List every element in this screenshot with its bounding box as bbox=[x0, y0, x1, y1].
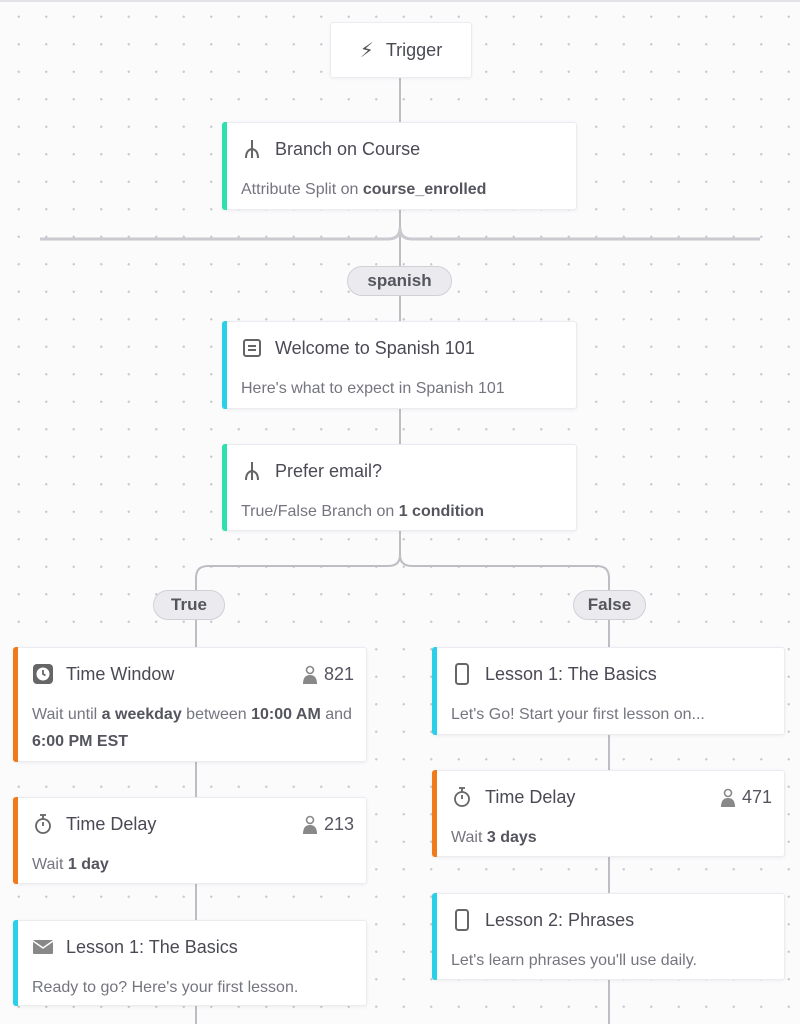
lightning-icon: ⚡︎ bbox=[359, 39, 374, 62]
true-branch-line bbox=[195, 531, 401, 647]
node-subtitle: Ready to go? Here's your first lesson. bbox=[32, 974, 352, 1001]
accent-bar bbox=[13, 647, 18, 762]
node-card-time-window[interactable]: Time Window 821 Wait until a weekday betwe… bbox=[13, 647, 367, 762]
branch-label-false[interactable]: False bbox=[573, 590, 646, 620]
node-title: Time Delay bbox=[66, 814, 157, 834]
node-card-branch-on-course[interactable]: Branch on Course Attribute Split on cours… bbox=[222, 122, 577, 210]
subtitle-text: Here's what to expect in Spanish 101 bbox=[241, 380, 505, 397]
accent-bar bbox=[222, 321, 227, 409]
subtitle-emphasis: 1 condition bbox=[398, 503, 485, 520]
audience-count: 213 bbox=[302, 814, 354, 835]
node-title: Lesson 1: The Basics bbox=[485, 664, 657, 684]
branch-icon bbox=[241, 459, 263, 483]
node-title: Time Delay bbox=[485, 787, 576, 807]
stopwatch-icon bbox=[32, 812, 54, 836]
node-card-time-delay-left[interactable]: Time Delay 213 Wait 1 day bbox=[13, 797, 367, 884]
node-card-welcome-spanish[interactable]: Welcome to Spanish 101 Here's what to exp… bbox=[222, 321, 577, 409]
node-subtitle: Let's Go! Start your first lesson on... bbox=[451, 701, 770, 728]
accent-bar bbox=[222, 122, 227, 210]
person-icon bbox=[302, 665, 317, 684]
subtitle-text: between bbox=[181, 706, 252, 723]
accent-bar bbox=[222, 444, 227, 531]
node-title: Time Window bbox=[66, 664, 175, 684]
subtitle-text: and bbox=[320, 706, 352, 723]
node-title: Branch on Course bbox=[275, 139, 421, 159]
subtitle-emphasis: 6:00 PM EST bbox=[32, 733, 129, 750]
node-card-prefer-email[interactable]: Prefer email? True/False Branch on 1 cond… bbox=[222, 444, 577, 531]
subtitle-emphasis: 3 days bbox=[486, 829, 537, 846]
person-icon bbox=[302, 815, 317, 834]
node-subtitle: Attribute Split on course_enrolled bbox=[241, 176, 562, 203]
node-title: Prefer email? bbox=[275, 461, 383, 481]
subtitle-emphasis: 10:00 AM bbox=[251, 706, 321, 723]
count-value: 213 bbox=[323, 814, 354, 834]
trigger-node[interactable]: ⚡︎ Trigger bbox=[330, 22, 472, 78]
node-card-lesson1-push[interactable]: Lesson 1: The Basics Let's Go! Start your… bbox=[432, 647, 785, 735]
subtitle-text: Attribute Split on bbox=[241, 181, 363, 198]
node-subtitle: Wait until a weekday between 10:00 AM an… bbox=[32, 701, 352, 755]
mobile-icon bbox=[451, 908, 473, 932]
subtitle-text: Wait until bbox=[32, 706, 102, 723]
stopwatch-icon bbox=[451, 785, 473, 809]
accent-bar bbox=[432, 647, 437, 735]
audience-count: 821 bbox=[302, 664, 354, 685]
node-subtitle: Wait 3 days bbox=[451, 824, 770, 851]
node-subtitle: Wait 1 day bbox=[32, 851, 352, 878]
accent-bar bbox=[13, 920, 18, 1006]
person-icon bbox=[720, 788, 735, 807]
mobile-icon bbox=[451, 662, 473, 686]
subtitle-emphasis: 1 day bbox=[67, 856, 109, 873]
branch-label-spanish[interactable]: spanish bbox=[347, 266, 452, 296]
count-value: 821 bbox=[323, 664, 354, 684]
node-subtitle: True/False Branch on 1 condition bbox=[241, 498, 562, 525]
subtitle-text: Let's Go! Start your first lesson on... bbox=[451, 706, 705, 723]
node-card-lesson2-push[interactable]: Lesson 2: Phrases Let's learn phrases you… bbox=[432, 893, 785, 980]
node-title: Lesson 2: Phrases bbox=[485, 910, 635, 930]
count-value: 471 bbox=[741, 787, 772, 807]
audience-count: 471 bbox=[720, 787, 772, 808]
node-subtitle: Let's learn phrases you'll use daily. bbox=[451, 947, 770, 974]
subtitle-text: Let's learn phrases you'll use daily. bbox=[451, 952, 697, 969]
clock-icon bbox=[32, 662, 54, 686]
subtitle-emphasis: a weekday bbox=[101, 706, 182, 723]
subtitle-text: Wait bbox=[451, 829, 487, 846]
node-title: Welcome to Spanish 101 bbox=[275, 338, 475, 358]
accent-bar bbox=[432, 893, 437, 980]
trigger-label: Trigger bbox=[385, 39, 443, 60]
node-card-lesson1-email[interactable]: Lesson 1: The Basics Ready to go? Here's … bbox=[13, 920, 367, 1006]
envelope-icon bbox=[32, 935, 54, 959]
node-card-time-delay-right[interactable]: Time Delay 471 Wait 3 days bbox=[432, 770, 785, 857]
node-subtitle: Here's what to expect in Spanish 101 bbox=[241, 375, 562, 402]
email-template-icon bbox=[241, 336, 263, 360]
subtitle-text: Wait bbox=[32, 856, 68, 873]
node-title: Lesson 1: The Basics bbox=[66, 937, 238, 957]
subtitle-text: Ready to go? Here's your first lesson. bbox=[32, 979, 299, 996]
branch-label-true[interactable]: True bbox=[153, 590, 225, 620]
subtitle-emphasis: course_enrolled bbox=[362, 181, 487, 198]
accent-bar bbox=[432, 770, 437, 857]
subtitle-text: True/False Branch on bbox=[241, 503, 399, 520]
branch-icon bbox=[241, 137, 263, 161]
accent-bar bbox=[13, 797, 18, 884]
